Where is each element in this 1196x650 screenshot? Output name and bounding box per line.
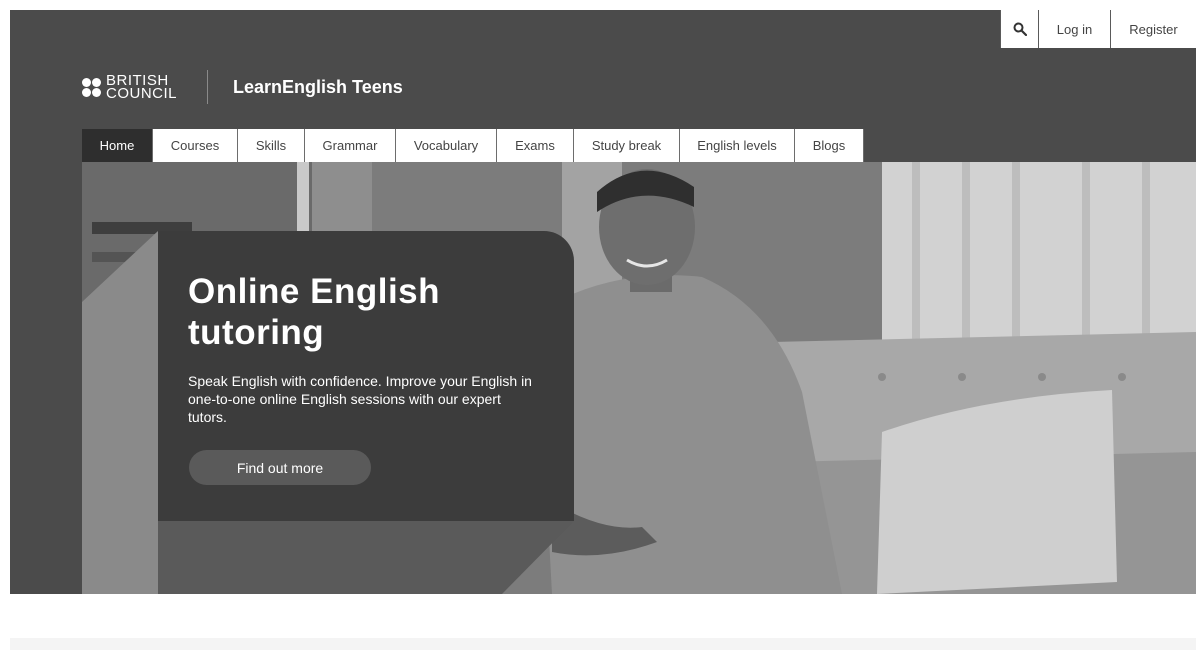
nav-english-levels[interactable]: English levels: [680, 129, 795, 162]
find-out-more-button[interactable]: Find out more: [189, 450, 371, 485]
nav-home[interactable]: Home: [82, 129, 153, 162]
logo-line-2: COUNCIL: [106, 85, 178, 102]
logo-divider: [207, 70, 209, 104]
login-link[interactable]: Log in: [1038, 10, 1110, 48]
register-link[interactable]: Register: [1110, 10, 1196, 48]
british-council-dots-icon: [82, 77, 101, 97]
british-council-logo[interactable]: BRITISH COUNCIL LearnEnglish Teens: [82, 70, 403, 104]
nav-courses[interactable]: Courses: [153, 129, 238, 162]
nav-study-break[interactable]: Study break: [574, 129, 680, 162]
nav-exams[interactable]: Exams: [497, 129, 574, 162]
content-strip: [10, 638, 1196, 650]
nav-blogs[interactable]: Blogs: [795, 129, 864, 162]
hero-title: Online English tutoring: [188, 272, 441, 352]
hero-banner: Online English tutoring Speak English wi…: [82, 162, 1196, 594]
hero-description: Speak English with confidence. Improve y…: [188, 373, 532, 425]
search-icon: [1013, 22, 1027, 36]
nav-skills[interactable]: Skills: [238, 129, 305, 162]
nav-vocabulary[interactable]: Vocabulary: [396, 129, 497, 162]
site-title[interactable]: LearnEnglish Teens: [233, 77, 403, 98]
utility-bar: Log in Register: [1000, 10, 1196, 48]
main-nav: Home Courses Skills Grammar Vocabulary E…: [82, 129, 864, 162]
hero-card: Online English tutoring Speak English wi…: [158, 231, 574, 521]
logo-wordmark: BRITISH COUNCIL: [106, 73, 178, 102]
site-header: Log in Register BRITISH COUNCIL LearnEng…: [10, 10, 1196, 594]
nav-grammar[interactable]: Grammar: [305, 129, 396, 162]
search-button[interactable]: [1000, 10, 1038, 48]
